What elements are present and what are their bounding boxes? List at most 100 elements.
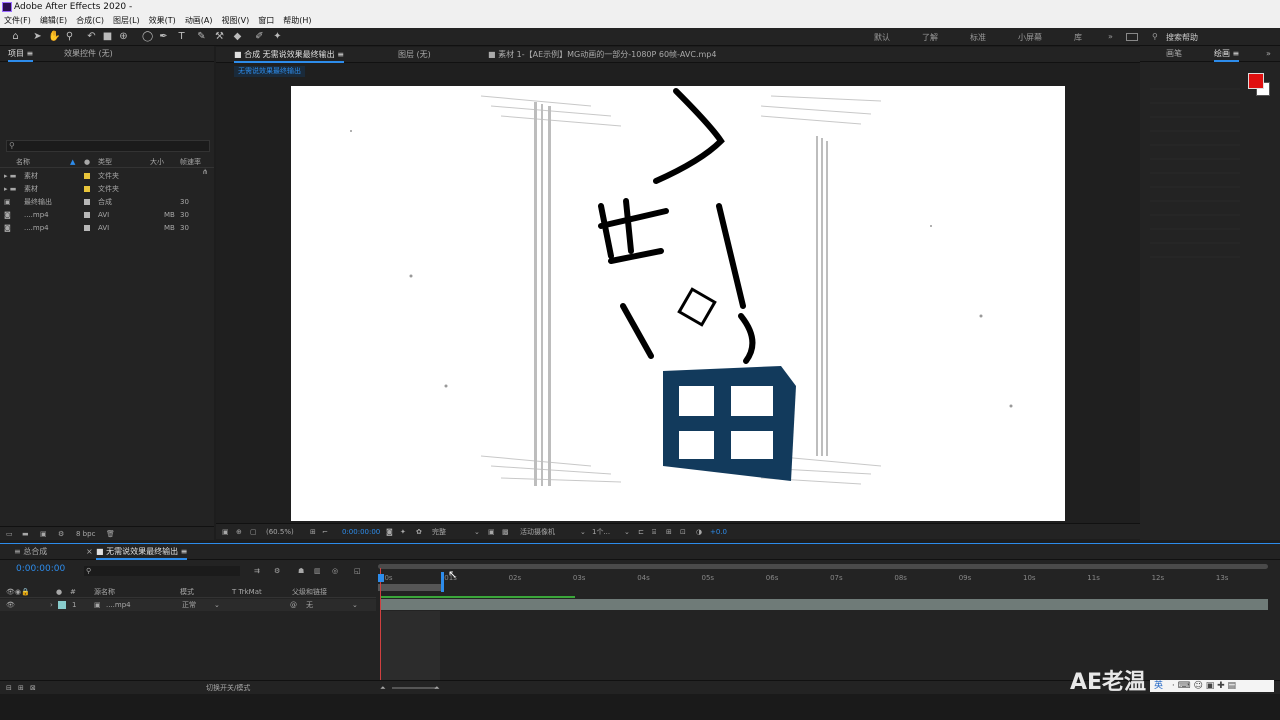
column-parent[interactable]: 父级和链接 [292, 586, 327, 598]
ime-language[interactable]: 英 [1154, 681, 1163, 691]
tab-project[interactable]: 项目 ≡ [8, 46, 34, 62]
work-area-end[interactable] [441, 572, 444, 592]
new-folder-icon[interactable]: ▬ [22, 528, 29, 540]
column-type[interactable]: 类型 [98, 156, 112, 168]
tab-master-comp[interactable]: ≡ 总合成 [14, 544, 47, 560]
region-icon[interactable]: ⌐ [322, 526, 328, 538]
workspace-standard[interactable]: 标准 [970, 32, 986, 43]
layer-name[interactable]: ....mp4 [106, 599, 131, 611]
time-ruler[interactable]: 00s 01s 02s 03s 04s 05s 06s 07s 08s 09s 10s 11s 12s 1… [378, 544, 1268, 598]
project-item-name[interactable]: 素材 [24, 183, 38, 195]
fast-preview-icon[interactable]: ⊡ [680, 526, 686, 538]
color-channel-icon[interactable]: ✿ [416, 526, 422, 538]
vr-icon[interactable]: ⊕ [236, 526, 242, 538]
sync-icon[interactable] [1126, 33, 1138, 41]
label-swatch[interactable] [84, 212, 90, 218]
delete-icon[interactable]: 🗑 [106, 528, 115, 540]
project-item-name[interactable]: 最终输出 [24, 196, 52, 208]
menu-composition[interactable]: 合成(C) [76, 14, 104, 28]
quality-dropdown[interactable]: 完整 [432, 526, 446, 538]
project-item-name[interactable]: ....mp4 [24, 209, 49, 221]
parent-dropdown[interactable]: 无 [306, 599, 313, 611]
menu-layer[interactable]: 图层(L) [113, 14, 140, 28]
project-item[interactable]: ▸ ▬ 素材 文件夹 [0, 170, 214, 182]
workspace-library[interactable]: 库 [1074, 32, 1082, 43]
view-layout-dropdown[interactable]: 1个... [592, 526, 610, 538]
project-search-input[interactable]: ⚲ [6, 140, 210, 152]
project-item[interactable]: ▸ ▬ 素材 文件夹 [0, 183, 214, 195]
label-swatch[interactable] [84, 199, 90, 205]
zoom-out-icon[interactable]: ⏶ [380, 682, 386, 694]
tab-composition[interactable]: ■ 合成 无需说效果最终输出 ≡ [234, 47, 344, 63]
expand-arrow-icon[interactable]: › [50, 599, 53, 611]
expand-panes-icon[interactable]: ⊞ [18, 682, 24, 694]
clone-stamp-tool-icon[interactable]: ⚒ [214, 31, 225, 42]
project-item-name[interactable]: ....mp4 [24, 222, 49, 234]
frame-render-icon[interactable]: ⊠ [30, 682, 36, 694]
layer-row[interactable]: 👁 › 1 ▣ ....mp4 正常 ⌄ @ 无 ⌄ [0, 599, 376, 611]
camera-dropdown[interactable]: 活动摄像机 [520, 526, 555, 538]
column-name[interactable]: 名称 [16, 156, 30, 168]
eraser-tool-icon[interactable]: ◆ [232, 31, 243, 42]
menu-help[interactable]: 帮助(H) [283, 14, 311, 28]
column-fps[interactable]: 帧速率 [180, 156, 201, 168]
close-icon[interactable]: × [86, 544, 93, 560]
draft-3d-icon[interactable]: ⚙ [274, 565, 280, 577]
bpc-label[interactable]: 8 bpc [76, 528, 95, 540]
zoom-dropdown[interactable]: (60.5%) [266, 526, 294, 538]
layer-mode-dropdown[interactable]: 正常 [182, 599, 196, 611]
toggle-pixel-icon[interactable]: ⊏ [638, 526, 644, 538]
timeline-search-input[interactable]: ⚲ [84, 566, 240, 576]
menu-edit[interactable]: 编辑(E) [40, 14, 67, 28]
composition-canvas[interactable] [291, 86, 1065, 521]
layer-duration-bar[interactable] [380, 599, 1268, 610]
playhead-handle[interactable] [378, 574, 384, 582]
project-item[interactable]: ▣ 最终输出 合成 30 [0, 196, 214, 208]
show-snapshot-icon[interactable]: ✦ [400, 526, 406, 538]
hand-tool-icon[interactable]: ✋ [48, 31, 60, 42]
ellipse-tool-icon[interactable]: ◯ [142, 31, 153, 42]
pen-tool-icon[interactable]: ✒ [158, 31, 169, 42]
tab-paint[interactable]: 绘画 ≡ [1214, 46, 1240, 62]
graph-editor-icon[interactable]: ◱ [354, 565, 361, 577]
label-swatch[interactable] [84, 173, 90, 179]
new-comp-icon[interactable]: ▣ [40, 528, 47, 540]
workspace-learn[interactable]: 了解 [922, 32, 938, 43]
home-icon[interactable]: ⌂ [10, 31, 21, 42]
column-source-name[interactable]: 源名称 [94, 586, 115, 598]
foreground-color-swatch[interactable] [1248, 73, 1264, 89]
zoom-in-icon[interactable]: ⏶ [434, 682, 440, 694]
grid-icon[interactable]: ⊞ [310, 526, 316, 538]
toggle-switches-modes[interactable]: 切换开关/模式 [206, 682, 250, 694]
roi-icon[interactable]: ▣ [488, 526, 495, 538]
menu-window[interactable]: 窗口 [258, 14, 274, 28]
brush-tool-icon[interactable]: ✎ [196, 31, 207, 42]
column-size[interactable]: 大小 [150, 156, 164, 168]
type-tool-icon[interactable]: T [176, 31, 187, 42]
project-item[interactable]: ◙ ....mp4 AVI MB 30 [0, 209, 214, 221]
pickwhip-icon[interactable]: @ [290, 599, 297, 611]
comp-flowchart-icon[interactable]: ⇉ [254, 565, 260, 577]
tab-footage[interactable]: ■ 素材 1-【AE示例】MG动画的一部分-1080P 60帧-AVC.mp4 [488, 47, 716, 63]
3d-draft-icon[interactable]: ⌸ [652, 526, 656, 538]
always-preview-icon[interactable]: ▣ [222, 526, 229, 538]
motion-blur-icon[interactable]: ◎ [332, 565, 338, 577]
layer-label-color[interactable] [58, 601, 66, 609]
mask-icon[interactable]: ▢ [250, 526, 257, 538]
tab-layer[interactable]: 图层 (无) [398, 47, 431, 63]
rotate-tool-icon[interactable]: ↶ [86, 31, 97, 42]
column-trkmat[interactable]: T TrkMat [232, 586, 262, 598]
comp-breadcrumb[interactable]: 无需说效果最终输出 [234, 66, 305, 77]
zoom-tool-icon[interactable]: ⚲ [64, 31, 75, 42]
menu-view[interactable]: 视图(V) [222, 14, 250, 28]
work-area-bar[interactable] [378, 584, 444, 591]
tab-brushes[interactable]: 画笔 [1166, 46, 1182, 62]
column-mode[interactable]: 模式 [180, 586, 194, 598]
zoom-slider[interactable] [392, 687, 436, 689]
menu-animation[interactable]: 动画(A) [185, 14, 213, 28]
project-item-name[interactable]: 素材 [24, 170, 38, 182]
visibility-eye-icon[interactable]: 👁 [6, 599, 15, 611]
shy-layers-icon[interactable]: ☗ [298, 565, 304, 577]
more-panels-icon[interactable]: » [1266, 46, 1271, 62]
current-time[interactable]: 0:00:00:00 [342, 526, 380, 538]
